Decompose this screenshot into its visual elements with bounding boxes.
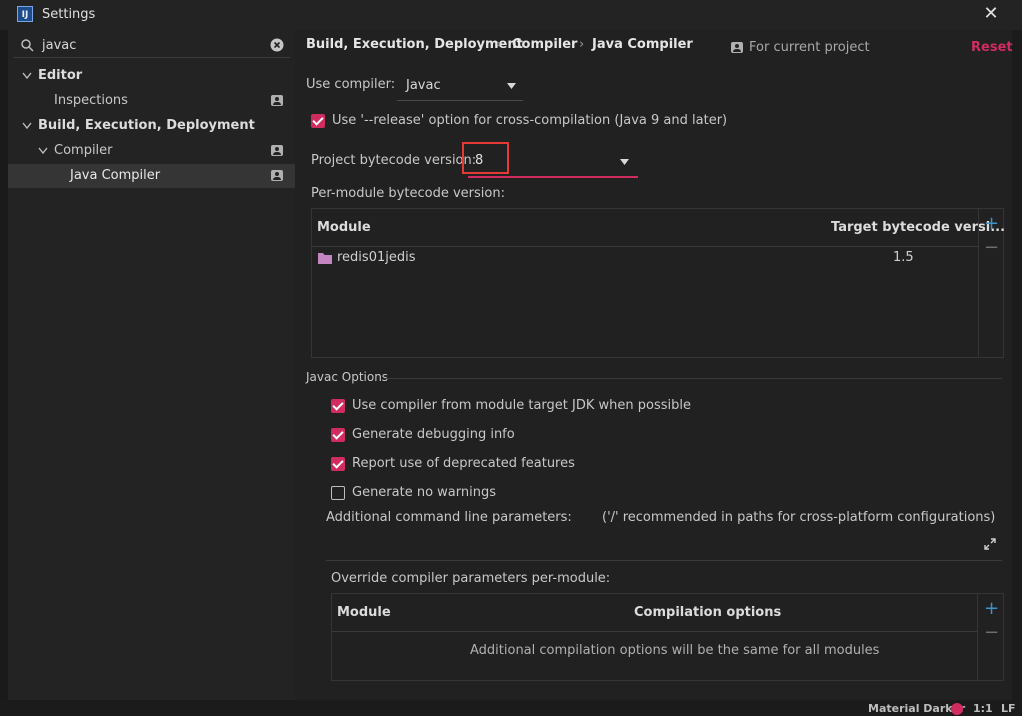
checkbox-label: Use compiler from module target JDK when… (352, 398, 691, 413)
table-header: Module Compilation options (332, 594, 977, 632)
chevron-down-icon (38, 147, 48, 155)
checkbox-label: Generate debugging info (352, 427, 515, 442)
sidebar-item-label: Editor (38, 68, 83, 83)
table-header: Module Target bytecode versi... (312, 209, 1005, 247)
search-field[interactable]: javac (14, 35, 290, 58)
project-scope-icon (271, 95, 283, 106)
breadcrumb-separator: › (579, 37, 585, 52)
remove-override-icon: − (984, 622, 1000, 643)
sidebar-item-inspections[interactable]: Inspections (8, 89, 295, 113)
sidebar-item-label: Build, Execution, Deployment (38, 118, 255, 133)
line-separator: LF (1001, 702, 1016, 715)
override-label: Override compiler parameters per-module: (331, 571, 611, 586)
background-ide-edge (0, 30, 8, 716)
compiler-select[interactable]: Javac (397, 72, 523, 101)
per-module-table: Module Target bytecode versi... redis01j… (311, 208, 1005, 358)
release-option-checkbox[interactable] (311, 114, 325, 128)
sidebar-item-label: Java Compiler (70, 168, 161, 183)
chevron-down-icon (22, 72, 32, 80)
sidebar-item-label: Compiler (54, 143, 113, 158)
background-status-bar: Material Darker 1:1 LF (0, 700, 1022, 716)
theme-icon (951, 703, 963, 715)
params-input[interactable] (326, 530, 1002, 561)
add-override-icon[interactable]: + (984, 600, 999, 618)
divider (384, 378, 1002, 379)
sidebar-item-compiler[interactable]: Compiler (8, 139, 295, 163)
column-header-module: Module (317, 220, 371, 235)
column-header-compilation-options: Compilation options (634, 605, 782, 620)
breadcrumb-separator: › (496, 37, 502, 52)
column-header-module: Module (337, 605, 391, 620)
divider (978, 209, 979, 357)
breadcrumb-item: Java Compiler (592, 37, 693, 52)
deprecated-features-checkbox[interactable] (331, 457, 345, 471)
release-option-label: Use '--release' option for cross-compila… (332, 113, 728, 128)
background-ide-edge-right (1012, 30, 1022, 716)
remove-module-icon: − (984, 237, 1000, 258)
breadcrumb-item: Build, Execution, Deployment (306, 37, 523, 52)
module-name: redis01jedis (337, 250, 416, 265)
project-scope-icon (271, 170, 283, 181)
intellij-idea-logo-icon: IJ (17, 6, 33, 22)
javac-options-title: Javac Options (306, 370, 389, 384)
clear-search-icon[interactable] (270, 38, 284, 52)
empty-table-text: Additional compilation options will be t… (470, 643, 880, 658)
target-version: 1.5 (893, 250, 914, 265)
per-module-label: Per-module bytecode version: (311, 186, 505, 201)
project-bytecode-label: Project bytecode version: (311, 153, 477, 168)
sidebar-item-editor[interactable]: Editor (8, 64, 295, 88)
scope-label: For current project (749, 40, 870, 55)
use-compiler-label: Use compiler: (306, 77, 396, 92)
params-hint: ('/' recommended in paths for cross-plat… (602, 510, 996, 525)
add-module-icon[interactable]: + (984, 215, 999, 233)
checkbox-label: Report use of deprecated features (352, 456, 575, 471)
sidebar-item-label: Inspections (54, 93, 128, 108)
debug-info-checkbox[interactable] (331, 428, 345, 442)
dropdown-arrow-icon (507, 83, 516, 89)
project-scope-icon (271, 145, 283, 156)
divider (977, 594, 978, 680)
params-label: Additional command line parameters: (326, 510, 572, 525)
search-icon (21, 39, 34, 52)
window-title: Settings (42, 7, 96, 22)
project-scope-icon (731, 42, 743, 53)
chevron-down-icon (22, 122, 32, 130)
close-icon[interactable]: ✕ (982, 3, 1000, 25)
sidebar-item-java-compiler[interactable]: Java Compiler (8, 164, 295, 188)
breadcrumb: Build, Execution, Deployment › Compiler … (306, 0, 726, 60)
compiler-select-value: Javac (406, 78, 441, 93)
caret-position: 1:1 (973, 702, 993, 715)
use-module-jdk-checkbox[interactable] (331, 399, 345, 413)
breadcrumb-item: Compiler (512, 37, 578, 52)
checkbox-label: Generate no warnings (352, 485, 497, 500)
module-folder-icon (318, 253, 332, 264)
highlight-box (462, 142, 509, 174)
dropdown-arrow-icon (620, 159, 629, 165)
sidebar-item-build-execution-deployment[interactable]: Build, Execution, Deployment (8, 114, 295, 138)
no-warnings-checkbox[interactable] (331, 486, 345, 500)
expand-icon[interactable] (984, 538, 996, 550)
override-table: Module Compilation options Additional co… (331, 593, 1004, 681)
search-input[interactable]: javac (42, 38, 76, 53)
table-row[interactable]: redis01jedis 1.5 (312, 247, 978, 271)
reset-link[interactable]: Reset (971, 40, 1013, 55)
